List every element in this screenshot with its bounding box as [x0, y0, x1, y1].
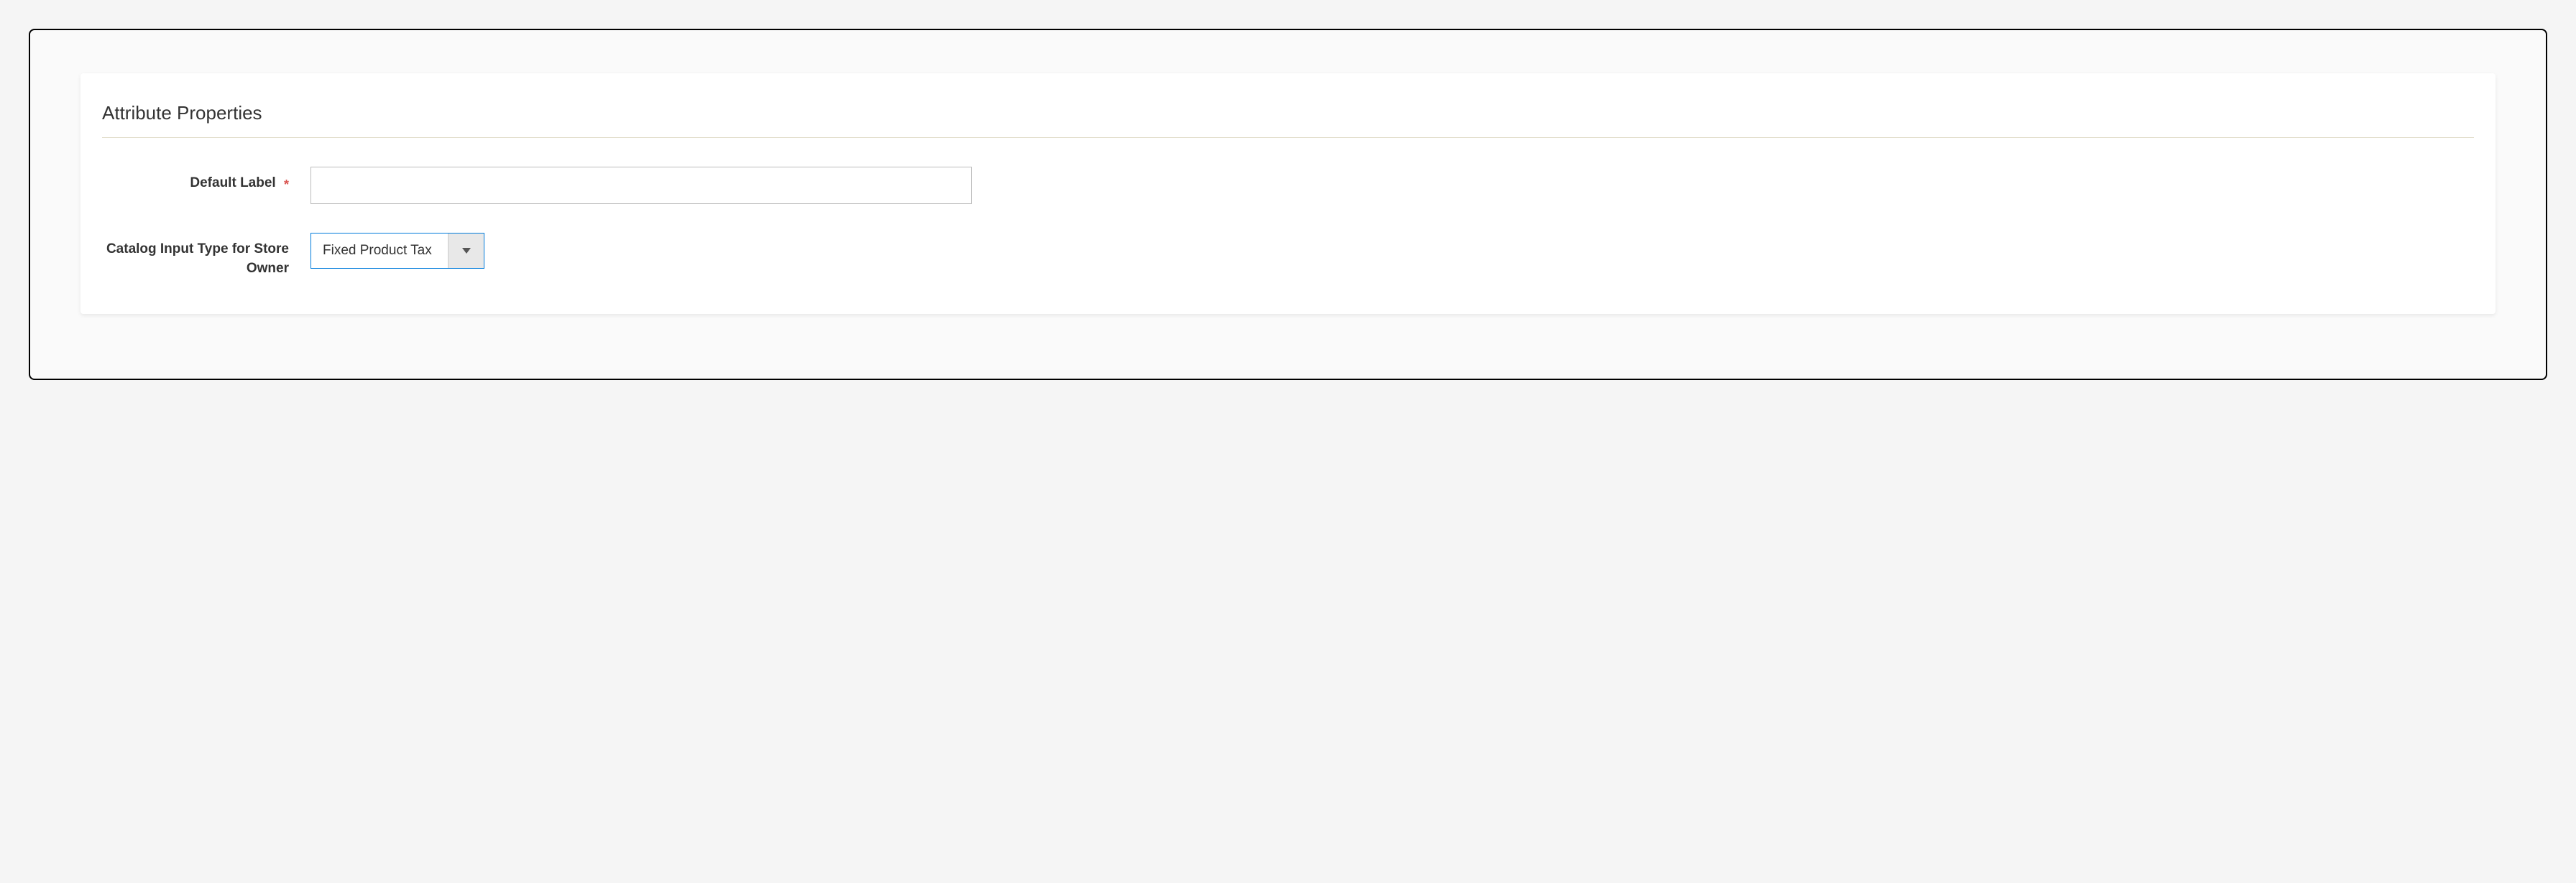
page-frame: Attribute Properties Default Label * Cat…: [29, 29, 2547, 380]
chevron-down-icon: [461, 247, 472, 254]
section-title: Attribute Properties: [102, 102, 2474, 138]
default-label-text: Default Label: [190, 175, 275, 190]
catalog-input-type-field: Fixed Product Tax: [310, 233, 484, 269]
default-label-field: [310, 167, 972, 204]
default-label-label: Default Label *: [102, 167, 310, 193]
required-asterisk-icon: *: [284, 177, 289, 192]
default-label-row: Default Label *: [102, 167, 2474, 204]
select-dropdown-button[interactable]: [448, 234, 484, 268]
catalog-input-type-row: Catalog Input Type for Store Owner Fixed…: [102, 233, 2474, 278]
catalog-input-type-selected-value: Fixed Product Tax: [311, 234, 448, 268]
catalog-input-type-label: Catalog Input Type for Store Owner: [102, 233, 310, 278]
default-label-input[interactable]: [310, 167, 972, 204]
catalog-input-type-text: Catalog Input Type for Store Owner: [106, 241, 289, 276]
catalog-input-type-select[interactable]: Fixed Product Tax: [310, 233, 484, 269]
attribute-properties-panel: Attribute Properties Default Label * Cat…: [80, 73, 2496, 314]
